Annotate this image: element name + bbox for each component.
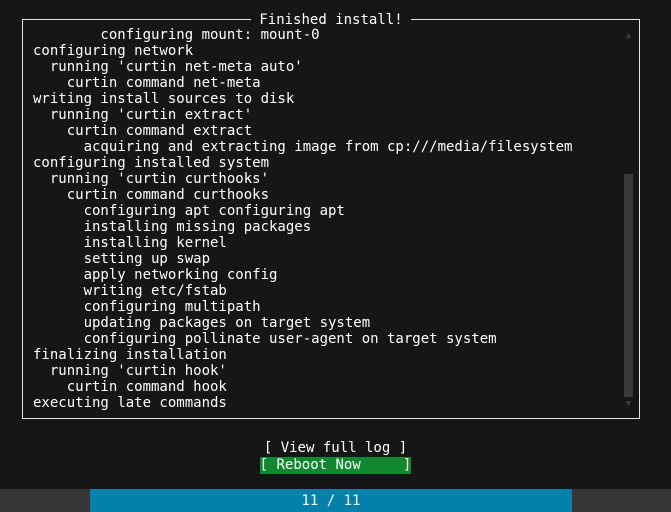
scroll-down-arrow-icon[interactable]: ▼ — [624, 400, 633, 409]
log-line: writing etc/fstab — [33, 283, 227, 299]
log-line: configuring installed system — [33, 155, 270, 171]
log-line: running 'curtin curthooks' — [33, 171, 270, 187]
log-line: curtin command extract — [33, 123, 253, 139]
log-line: installing missing packages — [33, 219, 312, 235]
log-line: configuring apt configuring apt — [33, 203, 345, 219]
install-log[interactable]: configuring mount: mount-0 configuring ne… — [33, 27, 613, 414]
log-line: executing late commands — [33, 395, 227, 411]
finished-install-dialog: Finished install! configuring mount: mou… — [22, 11, 640, 419]
progress-bar: 11 / 11 — [0, 489, 671, 512]
log-line: acquiring and extracting image from cp:/… — [33, 139, 573, 155]
log-line: curtin command net-meta — [33, 75, 261, 91]
scrollbar-track[interactable] — [621, 43, 635, 397]
dialog-buttons: [ View full log ][ Reboot Now ] — [0, 440, 671, 474]
log-line: configuring mount: mount-0 — [33, 27, 320, 43]
reboot-now-button[interactable]: [ Reboot Now ] — [259, 457, 412, 474]
installer-screen: Finished install! configuring mount: mou… — [0, 0, 671, 512]
log-line: running 'curtin extract' — [33, 107, 253, 123]
progress-bar-label: 11 / 11 — [301, 492, 361, 509]
log-line: configuring pollinate user-agent on targ… — [33, 331, 497, 347]
log-line: setting up swap — [33, 251, 211, 267]
view-full-log-button[interactable]: [ View full log ] — [264, 440, 407, 457]
log-line: configuring multipath — [33, 299, 261, 315]
log-line: updating packages on target system — [33, 315, 371, 331]
scrollbar-thumb[interactable] — [624, 173, 633, 397]
log-line: running 'curtin hook' — [33, 363, 227, 379]
scroll-up-arrow-icon[interactable]: ▲ — [624, 32, 633, 41]
log-line: finalizing installation — [33, 347, 227, 363]
log-line: apply networking config — [33, 267, 278, 283]
log-line: writing install sources to disk — [33, 91, 295, 107]
log-line: installing kernel — [33, 235, 227, 251]
log-scrollbar[interactable]: ▲ ▼ — [621, 23, 635, 415]
log-line: running 'curtin net-meta auto' — [33, 59, 303, 75]
log-line: curtin command hook — [33, 379, 227, 395]
log-line: configuring network — [33, 43, 194, 59]
log-line: curtin command curthooks — [33, 187, 270, 203]
